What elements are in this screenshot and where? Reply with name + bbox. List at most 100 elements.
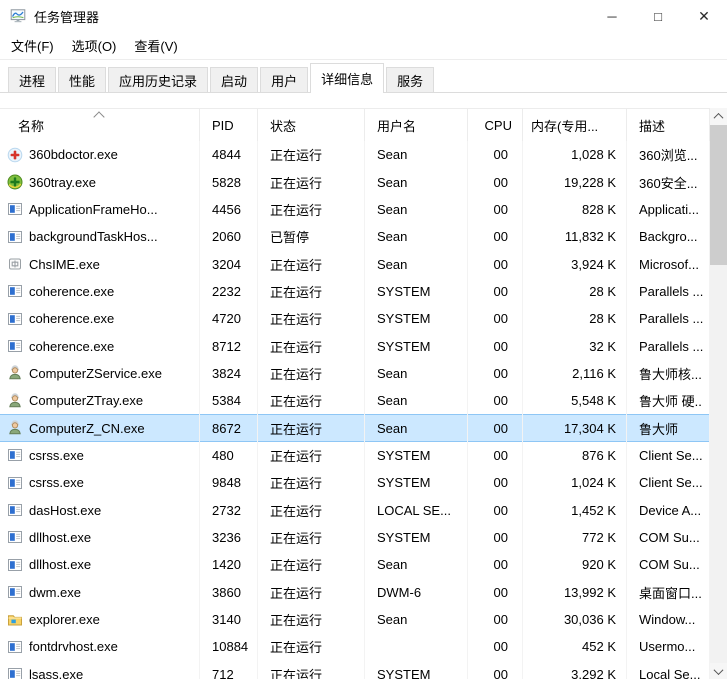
table-row[interactable]: coherence.exe 8712 正在运行 SYSTEM 00 32 K Paralle… (0, 332, 710, 360)
menu-file[interactable]: 文件(F) (2, 32, 63, 59)
process-memory-cell: 28 K (523, 305, 627, 333)
column-header-col-description[interactable]: 描述 (627, 109, 710, 141)
process-cpu-cell: 00 (468, 605, 523, 634)
tab-app-history[interactable]: 应用历史记录 (108, 67, 209, 92)
table-row[interactable]: ComputerZTray.exe 5384 正在运行 Sean 00 5,548 K 鲁大… (0, 387, 710, 415)
process-status-cell: 正在运行 (258, 605, 365, 634)
tab-content-gap (0, 93, 727, 108)
column-header-col-user[interactable]: 用户名 (365, 109, 468, 141)
scroll-down-button[interactable] (710, 663, 727, 679)
process-name: explorer.exe (29, 612, 100, 628)
app-window-icon (7, 502, 23, 518)
process-name: ComputerZTray.exe (29, 393, 144, 409)
scroll-up-button[interactable] (710, 108, 727, 125)
scrollbar-thumb[interactable] (710, 125, 727, 265)
app-window-icon (7, 447, 23, 463)
tab-details[interactable]: 详细信息 (310, 63, 385, 93)
table-row[interactable]: dllhost.exe 1420 正在运行 Sean 00 920 K COM Su... (0, 551, 710, 579)
process-cpu-cell: 00 (468, 387, 523, 415)
process-status: 正在运行 (270, 613, 323, 629)
process-status: 正在运行 (270, 366, 323, 382)
task-manager-icon (10, 8, 26, 24)
tab-startup[interactable]: 启动 (210, 67, 259, 92)
process-cpu: 00 (493, 584, 508, 600)
table-row[interactable]: csrss.exe 9848 正在运行 SYSTEM 00 1,024 K Client S… (0, 469, 710, 497)
process-description-cell: Usermo... (627, 633, 710, 661)
process-pid-cell: 4720 (200, 305, 258, 333)
process-cpu: 00 (493, 557, 508, 573)
process-status-cell: 正在运行 (258, 359, 365, 388)
menu-bar: 文件(F) 选项(O) 查看(V) (0, 32, 727, 60)
table-row[interactable]: dwm.exe 3860 正在运行 DWM-6 00 13,992 K 桌面窗口... (0, 578, 710, 606)
process-description: Usermo... (639, 639, 696, 655)
process-memory-cell: 5,548 K (523, 387, 627, 415)
process-status: 正在运行 (270, 476, 323, 492)
column-header-col-name[interactable]: 名称 (0, 109, 200, 141)
minimize-button[interactable]: ─ (589, 0, 635, 32)
table-row[interactable]: ComputerZ_CN.exe 8672 正在运行 Sean 00 17,304 K 鲁大… (0, 414, 710, 442)
process-cpu: 00 (493, 447, 508, 463)
table-row[interactable]: explorer.exe 3140 正在运行 Sean 00 30,036 K Window… (0, 605, 710, 634)
process-description: 360浏览... (639, 148, 698, 164)
table-row[interactable]: ApplicationFrameHo... 4456 正在运行 Sean 00 828 K… (0, 195, 710, 224)
column-header-col-pid[interactable]: PID (200, 109, 258, 141)
table-row[interactable]: fontdrvhost.exe 10884 正在运行 00 452 K Usermo... (0, 633, 710, 661)
process-user: LOCAL SE... (377, 502, 451, 518)
column-header-col-status[interactable]: 状态 (258, 109, 365, 141)
process-memory-cell: 876 K (523, 441, 627, 470)
process-status-cell: 正在运行 (258, 305, 365, 333)
process-status: 正在运行 (270, 312, 323, 328)
process-status: 已暂停 (270, 230, 310, 246)
process-memory: 3,292 K (571, 666, 616, 679)
maximize-button[interactable]: □ (635, 0, 681, 32)
table-row[interactable]: coherence.exe 4720 正在运行 SYSTEM 00 28 K Paralle… (0, 305, 710, 333)
app-window-icon (7, 666, 23, 679)
process-name-cell: ChsIME.exe (0, 250, 200, 278)
menu-view[interactable]: 查看(V) (125, 32, 186, 59)
tab-bar: 进程 性能 应用历史记录 启动 用户 详细信息 服务 (0, 60, 727, 93)
tab-users[interactable]: 用户 (260, 67, 309, 92)
process-status: 正在运行 (270, 503, 323, 519)
table-row[interactable]: 360bdoctor.exe 4844 正在运行 Sean 00 1,028 K 360浏览… (0, 141, 710, 169)
process-user-cell: Sean (365, 141, 468, 169)
process-pid-cell: 8712 (200, 332, 258, 360)
close-button[interactable]: ✕ (681, 0, 727, 32)
process-name-cell: ComputerZTray.exe (0, 387, 200, 415)
process-user-cell: Sean (365, 605, 468, 634)
table-row[interactable]: dllhost.exe 3236 正在运行 SYSTEM 00 772 K COM Su..… (0, 523, 710, 552)
process-pid-cell: 10884 (200, 633, 258, 661)
menu-options[interactable]: 选项(O) (63, 32, 126, 59)
table-row[interactable]: ChsIME.exe 3204 正在运行 Sean 00 3,924 K Microsof.… (0, 250, 710, 278)
process-description: 鲁大师 (639, 421, 679, 437)
process-name: csrss.exe (29, 447, 84, 463)
table-body: 360bdoctor.exe 4844 正在运行 Sean 00 1,028 K 360浏览… (0, 141, 727, 679)
process-description: Backgro... (639, 229, 698, 245)
tab-performance[interactable]: 性能 (58, 67, 107, 92)
process-description-cell: 鲁大师 硬.. (627, 387, 710, 415)
table-row[interactable]: 360tray.exe 5828 正在运行 Sean 00 19,228 K 360安全..… (0, 168, 710, 196)
table-row[interactable]: coherence.exe 2232 正在运行 SYSTEM 00 28 K Paralle… (0, 277, 710, 306)
table-row[interactable]: lsass.exe 712 正在运行 SYSTEM 00 3,292 K Local Se.… (0, 660, 710, 679)
process-status: 正在运行 (270, 667, 323, 679)
column-header-col-memory[interactable]: 内存(专用... (523, 109, 627, 141)
scroll-up-icon (713, 112, 724, 123)
avatar-icon (7, 365, 23, 381)
process-memory-cell: 1,024 K (523, 469, 627, 497)
process-pid-cell: 3860 (200, 578, 258, 606)
process-name-cell: ComputerZ_CN.exe (0, 414, 200, 442)
tab-processes[interactable]: 进程 (8, 67, 57, 92)
table-row[interactable]: ComputerZService.exe 3824 正在运行 Sean 00 2,116 … (0, 359, 710, 388)
process-cpu-cell: 00 (468, 223, 523, 251)
process-user-cell: Sean (365, 414, 468, 442)
tab-services[interactable]: 服务 (386, 67, 435, 92)
process-cpu-cell: 00 (468, 195, 523, 224)
column-header-col-cpu[interactable]: CPU (468, 109, 523, 141)
table-row[interactable]: backgroundTaskHos... 2060 已暂停 Sean 00 11,832 … (0, 223, 710, 251)
process-description: Device A... (639, 502, 702, 518)
process-memory: 19,228 K (563, 174, 616, 190)
window-title: 任务管理器 (34, 9, 100, 25)
vertical-scrollbar[interactable] (710, 108, 727, 679)
table-row[interactable]: dasHost.exe 2732 正在运行 LOCAL SE... 00 1,452 K D… (0, 496, 710, 524)
scroll-down-icon (713, 665, 724, 676)
table-row[interactable]: csrss.exe 480 正在运行 SYSTEM 00 876 K Client Se..… (0, 441, 710, 470)
